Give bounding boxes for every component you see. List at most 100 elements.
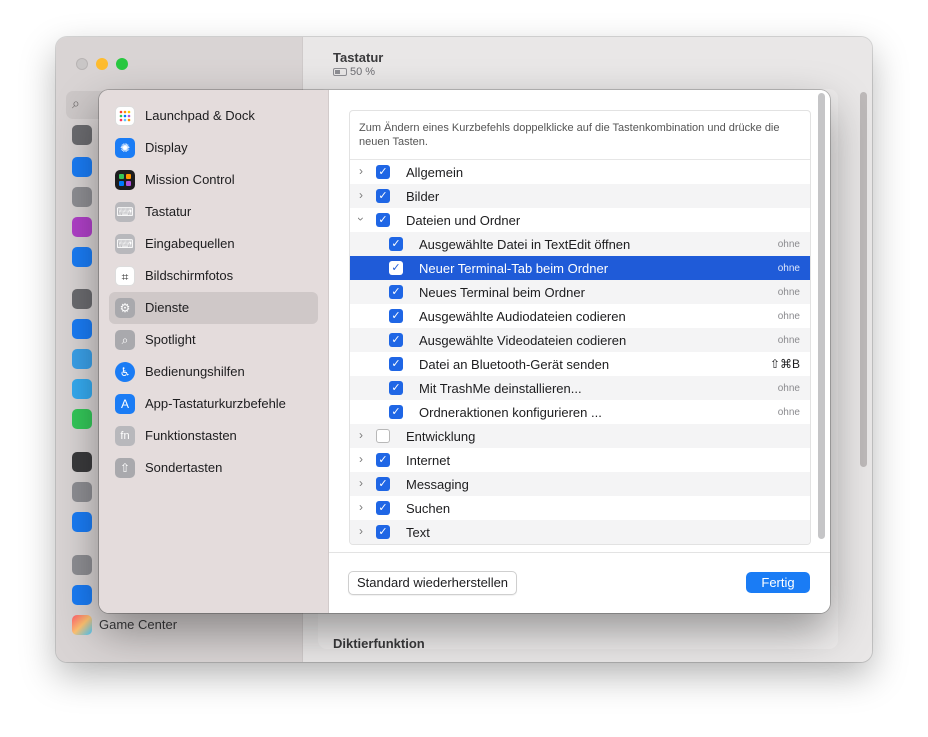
service-group-row[interactable]: › ✓ Messaging <box>350 472 810 496</box>
background-scrollbar[interactable] <box>860 92 867 467</box>
service-checkbox[interactable]: ✓ <box>389 405 403 419</box>
sidebar-item-launchpad-dock[interactable]: Launchpad & Dock <box>109 100 318 132</box>
service-group-row[interactable]: › ✓ Bilder <box>350 184 810 208</box>
service-checkbox[interactable]: ✓ <box>389 285 403 299</box>
service-item-row[interactable]: ✓ Ausgewählte Videodateien codieren ohne <box>350 328 810 352</box>
shortcut-value[interactable]: ohne <box>778 407 800 418</box>
service-checkbox[interactable] <box>376 429 390 443</box>
service-checkbox[interactable]: ✓ <box>376 501 390 515</box>
sidebar-item-mission-control[interactable]: Mission Control <box>109 164 318 196</box>
background-sidebar-icon <box>72 409 92 429</box>
service-group-row[interactable]: › ✓ Allgemein <box>350 160 810 184</box>
disclosure-chevron-icon[interactable]: › <box>356 524 366 538</box>
shortcut-value[interactable]: ⇧⌘B <box>770 357 800 371</box>
service-item-row[interactable]: ✓ Ausgewählte Audiodateien codieren ohne <box>350 304 810 328</box>
service-group-row[interactable]: › ✓ Internet <box>350 448 810 472</box>
service-checkbox[interactable]: ✓ <box>389 381 403 395</box>
close-window-button[interactable] <box>76 58 88 70</box>
service-group-row[interactable]: › ✓ Suchen <box>350 496 810 520</box>
background-sidebar-icon <box>72 452 92 472</box>
spotlight-icon: ⌕ <box>115 330 135 350</box>
background-sidebar-icon <box>72 319 92 339</box>
service-checkbox[interactable]: ✓ <box>376 213 390 227</box>
service-checkbox[interactable]: ✓ <box>389 309 403 323</box>
background-sidebar-icon <box>72 125 92 145</box>
service-item-row[interactable]: ✓ Neues Terminal beim Ordner ohne <box>350 280 810 304</box>
shortcut-value[interactable]: ohne <box>778 383 800 394</box>
service-item-label: Ordneraktionen konfigurieren ... <box>419 405 602 420</box>
screenshot-icon: ⌗ <box>115 266 135 286</box>
sheet-scrollbar[interactable] <box>818 93 825 539</box>
service-group-row[interactable]: › ✓ Text <box>350 520 810 544</box>
sidebar-item-input-sources[interactable]: ⌨ Eingabequellen <box>109 228 318 260</box>
service-item-label: Neues Terminal beim Ordner <box>419 285 585 300</box>
background-sidebar-icon <box>72 289 92 309</box>
sidebar-item-game-center[interactable]: Game Center <box>99 617 177 632</box>
sidebar-item-display[interactable]: ✺ Display <box>109 132 318 164</box>
service-item-row[interactable]: ✓ Ausgewählte Datei in TextEdit öffnen o… <box>350 232 810 256</box>
sidebar-item-screenshots[interactable]: ⌗ Bildschirmfotos <box>109 260 318 292</box>
service-group-label: Bilder <box>406 189 440 204</box>
service-group-row[interactable]: › ✓ Dateien und Ordner <box>350 208 810 232</box>
disclosure-chevron-icon[interactable]: › <box>354 214 368 224</box>
service-group-label: Messaging <box>406 477 469 492</box>
done-button[interactable]: Fertig <box>746 572 810 593</box>
service-item-row[interactable]: ✓ Datei an Bluetooth-Gerät senden ⇧⌘B <box>350 352 810 376</box>
shortcut-value[interactable]: ohne <box>778 263 800 274</box>
disclosure-chevron-icon[interactable]: › <box>356 500 366 514</box>
restore-defaults-button[interactable]: Standard wiederherstellen <box>348 571 518 595</box>
services-content: Zum Ändern eines Kurzbefehls doppelklick… <box>329 90 830 613</box>
service-checkbox[interactable]: ✓ <box>376 453 390 467</box>
background-sidebar-icon <box>72 585 92 605</box>
service-item-label: Ausgewählte Audiodateien codieren <box>419 309 626 324</box>
battery-level: 50 % <box>350 66 376 78</box>
service-checkbox[interactable]: ✓ <box>389 333 403 347</box>
shortcut-value[interactable]: ohne <box>778 311 800 322</box>
app-shortcuts-icon: A <box>115 394 135 414</box>
service-item-row[interactable]: ✓ Mit TrashMe deinstallieren... ohne <box>350 376 810 400</box>
sidebar-item-app-shortcuts[interactable]: A App-Tastaturkurzbefehle <box>109 388 318 420</box>
disclosure-chevron-icon[interactable]: › <box>356 452 366 466</box>
sidebar-item-accessibility[interactable]: ♿ Bedienungshilfen <box>109 356 318 388</box>
service-checkbox[interactable]: ✓ <box>376 165 390 179</box>
service-group-row[interactable]: › Entwicklung <box>350 424 810 448</box>
sidebar-item-label: Display <box>145 140 188 155</box>
service-checkbox[interactable]: ✓ <box>389 357 403 371</box>
sidebar-item-spotlight[interactable]: ⌕ Spotlight <box>109 324 318 356</box>
shortcut-value[interactable]: ohne <box>778 335 800 346</box>
zoom-window-button[interactable] <box>116 58 128 70</box>
sidebar-item-modifier-keys[interactable]: ⇧ Sondertasten <box>109 452 318 484</box>
service-item-row[interactable]: ✓ Neuer Terminal-Tab beim Ordner ohne <box>350 256 810 280</box>
sidebar-item-keyboard[interactable]: ⌨ Tastatur <box>109 196 318 228</box>
service-item-label: Neuer Terminal-Tab beim Ordner <box>419 261 609 276</box>
disclosure-chevron-icon[interactable]: › <box>356 428 366 442</box>
shortcuts-sidebar: Launchpad & Dock ✺ Display Mission Contr… <box>99 90 329 613</box>
service-item-label: Ausgewählte Datei in TextEdit öffnen <box>419 237 631 252</box>
sidebar-item-function-keys[interactable]: fn Funktionstasten <box>109 420 318 452</box>
sidebar-item-label: Launchpad & Dock <box>145 108 255 123</box>
service-checkbox[interactable]: ✓ <box>389 261 403 275</box>
fn-key-icon: fn <box>115 426 135 446</box>
search-icon: ⌕ <box>72 95 80 111</box>
page-title: Tastatur <box>333 50 384 65</box>
minimize-window-button[interactable] <box>96 58 108 70</box>
shortcut-value[interactable]: ohne <box>778 239 800 250</box>
service-group-label: Entwicklung <box>406 429 476 444</box>
background-sidebar-icon <box>72 349 92 369</box>
service-checkbox[interactable]: ✓ <box>376 477 390 491</box>
background-sidebar-icon <box>72 157 92 177</box>
service-checkbox[interactable]: ✓ <box>376 189 390 203</box>
mission-control-icon <box>115 170 135 190</box>
disclosure-chevron-icon[interactable]: › <box>356 188 366 202</box>
sidebar-item-services[interactable]: ⚙ Dienste <box>109 292 318 324</box>
sidebar-item-label: Funktionstasten <box>145 428 237 443</box>
service-checkbox[interactable]: ✓ <box>389 237 403 251</box>
background-sidebar-icon <box>72 187 92 207</box>
disclosure-chevron-icon[interactable]: › <box>356 476 366 490</box>
service-group-label: Internet <box>406 453 451 468</box>
disclosure-chevron-icon[interactable]: › <box>356 164 366 178</box>
service-item-row[interactable]: ✓ Ordneraktionen konfigurieren ... ohne <box>350 400 810 424</box>
service-checkbox[interactable]: ✓ <box>376 525 390 539</box>
shortcut-value[interactable]: ohne <box>778 287 800 298</box>
background-sidebar-icon <box>72 217 92 237</box>
